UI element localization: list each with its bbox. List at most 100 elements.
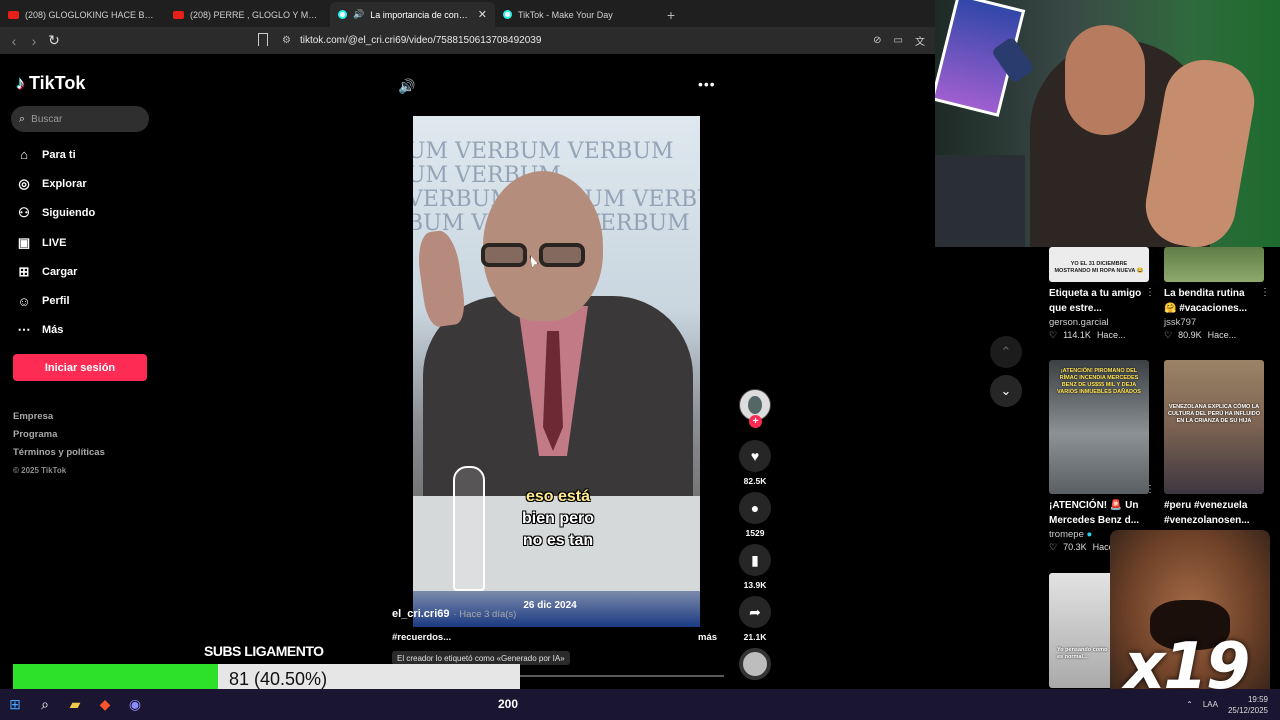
card-menu-icon[interactable]: ⋮ bbox=[1145, 287, 1155, 298]
language-indicator[interactable]: LAA bbox=[1203, 700, 1218, 709]
sidebar-item-label: Para ti bbox=[42, 148, 76, 161]
bookmark-icon[interactable] bbox=[258, 33, 268, 46]
sidebar-item-label: Cargar bbox=[42, 265, 78, 278]
sidebar-item-label: Más bbox=[42, 324, 64, 337]
post-time: · Hace 3 día(s) bbox=[453, 609, 517, 620]
sidebar-item-label: Explorar bbox=[42, 177, 87, 190]
home-icon: ⌂ bbox=[20, 147, 28, 163]
tiktok-logo[interactable]: ♪ TikTok bbox=[16, 73, 85, 94]
chevron-up-icon: ⌃ bbox=[1000, 344, 1012, 359]
folder-icon[interactable]: ▰ bbox=[60, 689, 90, 720]
video-author[interactable]: el_cri.cri69 · Hace 3 día(s) bbox=[392, 608, 516, 620]
feed-title[interactable]: La bendita rutina 🤗 #vacaciones... bbox=[1164, 286, 1258, 316]
chevron-down-icon: ⌄ bbox=[1000, 383, 1012, 398]
footer-link-terminos[interactable]: Términos y políticas bbox=[13, 444, 105, 462]
browser-tab-active[interactable]: 🔊 La importancia de conversar ✕ bbox=[330, 2, 495, 27]
share-button[interactable]: ➦ 21.1K bbox=[739, 596, 771, 642]
sidebar-item-para-ti[interactable]: ⌂ Para ti bbox=[16, 140, 166, 169]
volume-icon[interactable]: 🔊 bbox=[398, 78, 415, 95]
browser-tab[interactable]: TikTok - Make Your Day bbox=[495, 2, 660, 27]
speaker-icon[interactable]: 🔊 bbox=[353, 9, 364, 20]
brave-browser-icon[interactable]: ◆ bbox=[90, 689, 120, 720]
start-icon[interactable]: ⊞ bbox=[0, 689, 30, 720]
heart-icon: ♡ bbox=[1049, 330, 1058, 340]
browser-tab[interactable]: (208) PERRE , GLOGLO Y MATNAROK bbox=[165, 2, 330, 27]
sidebar-item-siguiendo[interactable]: ⚇ Siguiendo bbox=[16, 199, 166, 228]
clock[interactable]: 19:59 25/12/2025 bbox=[1228, 694, 1268, 716]
card-menu-icon[interactable]: ⋮ bbox=[1260, 287, 1270, 298]
streamer-webcam bbox=[935, 0, 1280, 247]
follow-plus-icon[interactable]: + bbox=[749, 415, 762, 428]
feed-title[interactable]: ¡ATENCIÓN! 🚨 Un Mercedes Benz d... bbox=[1049, 498, 1143, 528]
feed-title[interactable]: Etiqueta a tu amigo que estre... bbox=[1049, 286, 1143, 316]
search-input[interactable] bbox=[31, 113, 132, 125]
feed-thumbnail[interactable]: ¡ATENCIÓN! PIROMANO DEL RÍMAC INCENDIA M… bbox=[1049, 360, 1149, 494]
browser-tab[interactable]: (208) GLOGLOKING HACE BATIDOS U bbox=[0, 2, 165, 27]
copyright: © 2025 TikTok bbox=[13, 466, 67, 475]
logo-text: TikTok bbox=[29, 73, 86, 93]
heart-icon: ♡ bbox=[1164, 330, 1173, 340]
new-tab-button[interactable]: + bbox=[660, 2, 682, 27]
discord-icon[interactable]: ◉ bbox=[120, 689, 150, 720]
search-box[interactable]: ⌕ bbox=[11, 106, 149, 132]
footer-links: Empresa Programa Términos y políticas © … bbox=[13, 408, 105, 480]
url-field[interactable]: ⚙ tiktok.com/@el_cri.cri69/video/7588150… bbox=[282, 27, 541, 54]
feed-card[interactable]: YO EL 31 DICIEMBRE MOSTRANDO MI ROPA NUE… bbox=[1049, 247, 1155, 341]
heart-icon: ♥ bbox=[739, 440, 771, 472]
feed-thumbnail[interactable]: YO EL 31 DICIEMBRE MOSTRANDO MI ROPA NUE… bbox=[1049, 247, 1149, 282]
feed-user[interactable]: jssk797 bbox=[1164, 317, 1264, 328]
music-disc-icon[interactable] bbox=[739, 648, 771, 680]
footer-link-programa[interactable]: Programa bbox=[13, 426, 105, 444]
feed-card[interactable]: VENEZOLANA EXPLICA CÓMO LA CULTURA DEL P… bbox=[1164, 360, 1264, 528]
like-button[interactable]: ♥ 82.5K bbox=[739, 440, 771, 486]
search-icon[interactable]: ⌕ bbox=[30, 689, 60, 720]
card-menu-icon[interactable]: ⋮ bbox=[1145, 484, 1155, 495]
comment-button[interactable]: ● 1529 bbox=[739, 492, 771, 538]
tray-chevron-icon[interactable]: ⌃ bbox=[1186, 700, 1193, 709]
sidebar-item-perfil[interactable]: ☺ Perfil bbox=[16, 286, 166, 315]
sidebar-item-live[interactable]: ▣ LIVE bbox=[16, 228, 166, 257]
close-icon[interactable]: ✕ bbox=[478, 8, 487, 21]
comment-count: 1529 bbox=[745, 528, 765, 538]
previous-video-button[interactable]: ⌃ bbox=[990, 336, 1022, 368]
feed-user[interactable]: gerson.garcial bbox=[1049, 317, 1149, 328]
feed-card[interactable]: ¡ATENCIÓN! PIROMANO DEL RÍMAC INCENDIA M… bbox=[1049, 360, 1155, 553]
video-hashtag[interactable]: #recuerdos... bbox=[392, 632, 451, 643]
webcam-shelf bbox=[935, 155, 1025, 247]
video-navigation: ⌃ ⌄ bbox=[990, 336, 1022, 414]
feed-thumbnail[interactable] bbox=[1164, 247, 1264, 282]
forward-icon[interactable]: › bbox=[24, 33, 44, 49]
author-name[interactable]: el_cri.cri69 bbox=[392, 608, 450, 620]
share-icon: ➦ bbox=[739, 596, 771, 628]
sidebar-item-label: Perfil bbox=[42, 295, 70, 308]
more-description-link[interactable]: más bbox=[698, 632, 717, 643]
video-figure-sticker bbox=[453, 466, 485, 591]
share-count: 21.1K bbox=[743, 632, 767, 642]
back-icon[interactable]: ‹ bbox=[4, 33, 24, 49]
feed-title[interactable]: #peru #venezuela #venezolanosen... bbox=[1164, 498, 1258, 528]
feed-stats: ♡ 80.9K Hace... bbox=[1164, 330, 1237, 340]
save-button[interactable]: ▮ 13.9K bbox=[739, 544, 771, 590]
video-caption: eso está bien pero no es tan bbox=[521, 488, 594, 549]
more-options-icon[interactable]: ••• bbox=[698, 76, 716, 92]
sidebar-item-label: LIVE bbox=[42, 236, 67, 249]
sidebar-item-cargar[interactable]: ⊞ Cargar bbox=[16, 257, 166, 286]
bookmark-icon: ▮ bbox=[739, 544, 771, 576]
translate-icon[interactable]: 文 bbox=[915, 33, 925, 48]
screen-icon[interactable]: ▭ bbox=[894, 35, 903, 46]
video-progress-bar[interactable] bbox=[520, 675, 724, 677]
next-video-button[interactable]: ⌄ bbox=[990, 375, 1022, 407]
youtube-icon bbox=[8, 10, 19, 19]
tab-title: (208) PERRE , GLOGLO Y MATNAROK bbox=[190, 9, 322, 20]
feed-thumbnail[interactable]: VENEZOLANA EXPLICA CÓMO LA CULTURA DEL P… bbox=[1164, 360, 1264, 494]
video-player[interactable]: UM VERBUM VERBUM UM VERBUM VERBUM VERBUM… bbox=[413, 116, 700, 627]
reader-mode-icon[interactable]: ⊘ bbox=[873, 35, 881, 46]
feed-card[interactable]: La bendita rutina 🤗 #vacaciones... jssk7… bbox=[1164, 247, 1270, 341]
site-info-icon[interactable]: ⚙ bbox=[282, 35, 291, 46]
sidebar-item-explorar[interactable]: ◎ Explorar bbox=[16, 169, 166, 198]
like-count: 82.5K bbox=[743, 476, 767, 486]
footer-link-empresa[interactable]: Empresa bbox=[13, 408, 105, 426]
reload-icon[interactable]: ↻ bbox=[44, 32, 64, 49]
login-button[interactable]: Iniciar sesión bbox=[13, 354, 147, 381]
sidebar-item-mas[interactable]: ⋯ Más bbox=[16, 316, 166, 345]
